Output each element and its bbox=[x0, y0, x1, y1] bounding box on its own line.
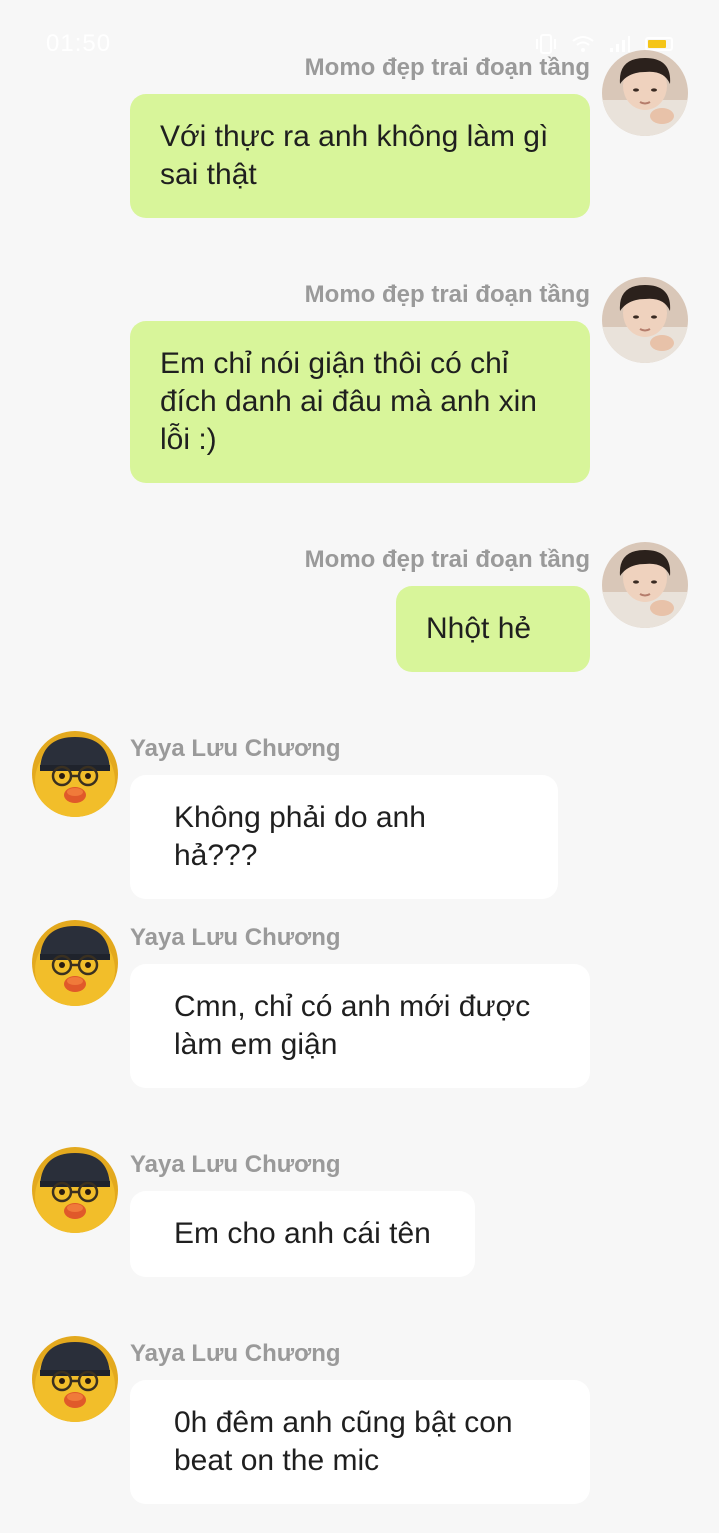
message-row: Yaya Lưu Chương Không phải do anh hả??? bbox=[0, 731, 719, 899]
chat-screen: 01:50 Momo đẹp trai đoạn tầng Với thực r… bbox=[0, 0, 719, 1533]
sender-name: Yaya Lưu Chương bbox=[130, 1340, 341, 1367]
message-row: Yaya Lưu Chương Em cho anh cái tên bbox=[0, 1147, 719, 1277]
message-row: Yaya Lưu Chương 0h đêm anh cũng bật con … bbox=[0, 1336, 719, 1506]
battery-icon bbox=[645, 37, 673, 51]
message-bubble[interactable]: Không phải do anh hả??? bbox=[130, 775, 558, 899]
message-row: Momo đẹp trai đoạn tầng Với thực ra anh … bbox=[0, 50, 719, 220]
duck-with-glasses-avatar[interactable] bbox=[32, 1147, 118, 1233]
boy-photo-avatar[interactable] bbox=[602, 50, 688, 136]
message-bubble[interactable]: Với thực ra anh không làm gì sai thật bbox=[130, 94, 590, 218]
sender-name: Momo đẹp trai đoạn tầng bbox=[304, 54, 590, 81]
sender-name: Momo đẹp trai đoạn tầng bbox=[304, 281, 590, 308]
message-bubble[interactable]: Em chỉ nói giận thôi có chỉ đích danh ai… bbox=[130, 321, 590, 483]
duck-with-glasses-avatar[interactable] bbox=[32, 920, 118, 1006]
duck-with-glasses-avatar[interactable] bbox=[32, 1336, 118, 1422]
sender-name: Yaya Lưu Chương bbox=[130, 735, 341, 762]
message-bubble[interactable]: Nhột hẻ bbox=[396, 586, 590, 672]
duck-with-glasses-avatar[interactable] bbox=[32, 731, 118, 817]
boy-photo-avatar[interactable] bbox=[602, 277, 688, 363]
message-row: Yaya Lưu Chương Cmn, chỉ có anh mới được… bbox=[0, 920, 719, 1090]
sender-name: Momo đẹp trai đoạn tầng bbox=[304, 546, 590, 573]
sender-name: Yaya Lưu Chương bbox=[130, 924, 341, 951]
sender-name: Yaya Lưu Chương bbox=[130, 1151, 341, 1178]
message-bubble[interactable]: 0h đêm anh cũng bật con beat on the mic bbox=[130, 1380, 590, 1504]
message-row: Momo đẹp trai đoạn tầng Nhột hẻ bbox=[0, 542, 719, 672]
message-bubble[interactable]: Cmn, chỉ có anh mới được làm em giận bbox=[130, 964, 590, 1088]
message-bubble[interactable]: Em cho anh cái tên bbox=[130, 1191, 475, 1277]
message-row: Momo đẹp trai đoạn tầng Em chỉ nói giận … bbox=[0, 277, 719, 487]
boy-photo-avatar[interactable] bbox=[602, 542, 688, 628]
